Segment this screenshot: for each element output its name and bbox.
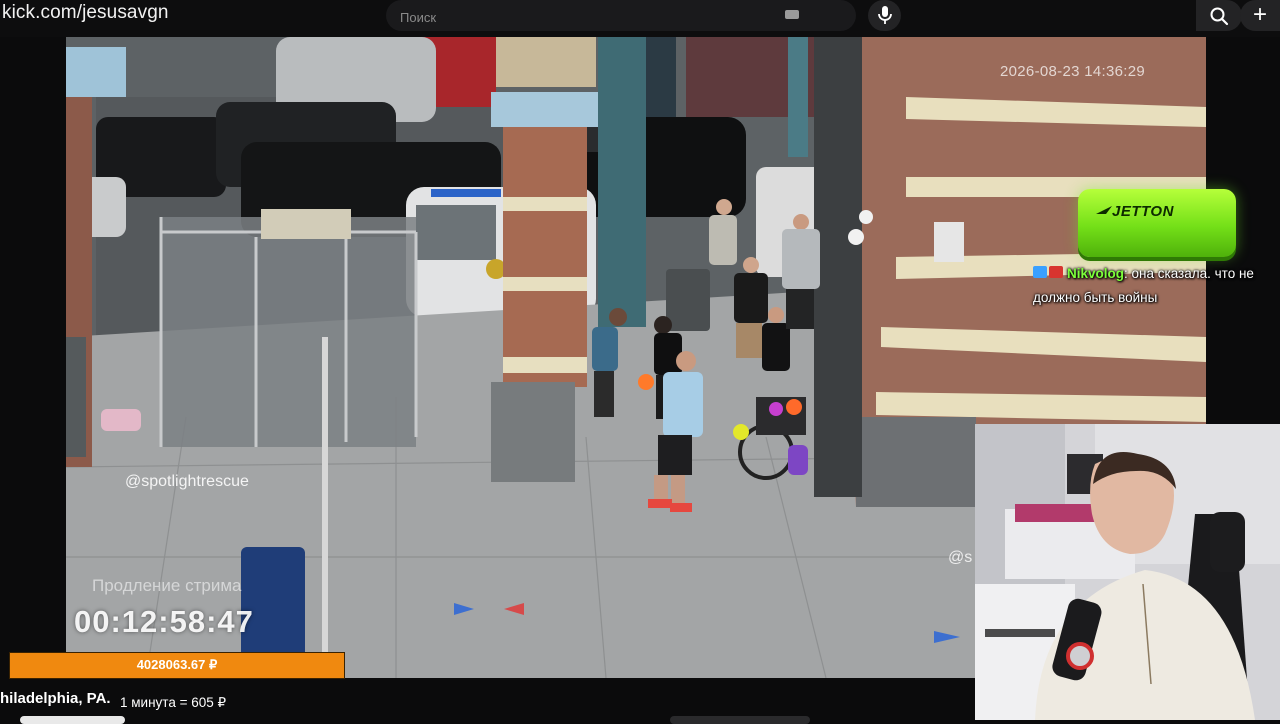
watermark: @spotlightrescue (125, 473, 249, 490)
stream-extension-label: Продление стрима (92, 576, 242, 595)
search-button[interactable] (1196, 0, 1242, 31)
camera-timestamp: 2026-08-23 14:36:29 (1000, 63, 1145, 80)
webcam-overlay (975, 424, 1280, 720)
voice-search-button[interactable] (868, 0, 901, 31)
stream-extension-timer: 00:12:58:47 (74, 604, 254, 639)
badge-gift-icon (1049, 266, 1063, 279)
chat-username[interactable]: Nikvolog (1067, 266, 1124, 281)
keyboard-icon[interactable] (785, 10, 799, 19)
search-input[interactable] (398, 6, 782, 28)
top-bar: kick.com/jesusavgn + (0, 0, 1280, 37)
follow-button[interactable] (20, 716, 125, 724)
site-url[interactable]: kick.com/jesusavgn (2, 2, 169, 24)
search-icon (1210, 7, 1229, 26)
badge-cube-icon (1033, 266, 1047, 279)
webcam-feed (975, 424, 1280, 720)
rate-label: 1 минута = 605 ₽ (120, 695, 227, 710)
chat-message: Nikvolog: она сказала. что не должно быт… (1033, 262, 1273, 310)
action-button[interactable] (670, 716, 810, 724)
microphone-icon (878, 6, 892, 24)
create-button[interactable]: + (1240, 0, 1280, 31)
plus-icon: + (1253, 1, 1268, 28)
watermark-partial: @s (948, 549, 973, 566)
donation-amount: 4028063.67 ₽ (136, 657, 218, 672)
jetton-sponsor-logo[interactable]: JETTON (1078, 189, 1236, 257)
arrow-logo-icon (1096, 206, 1112, 214)
user-badges (1033, 262, 1067, 286)
search-box[interactable] (386, 0, 1242, 31)
donation-bar: 4028063.67 ₽ (9, 652, 345, 679)
location-label: hiladelphia, PA. (0, 690, 111, 707)
sponsor-logo-text: JETTON (1112, 203, 1174, 220)
